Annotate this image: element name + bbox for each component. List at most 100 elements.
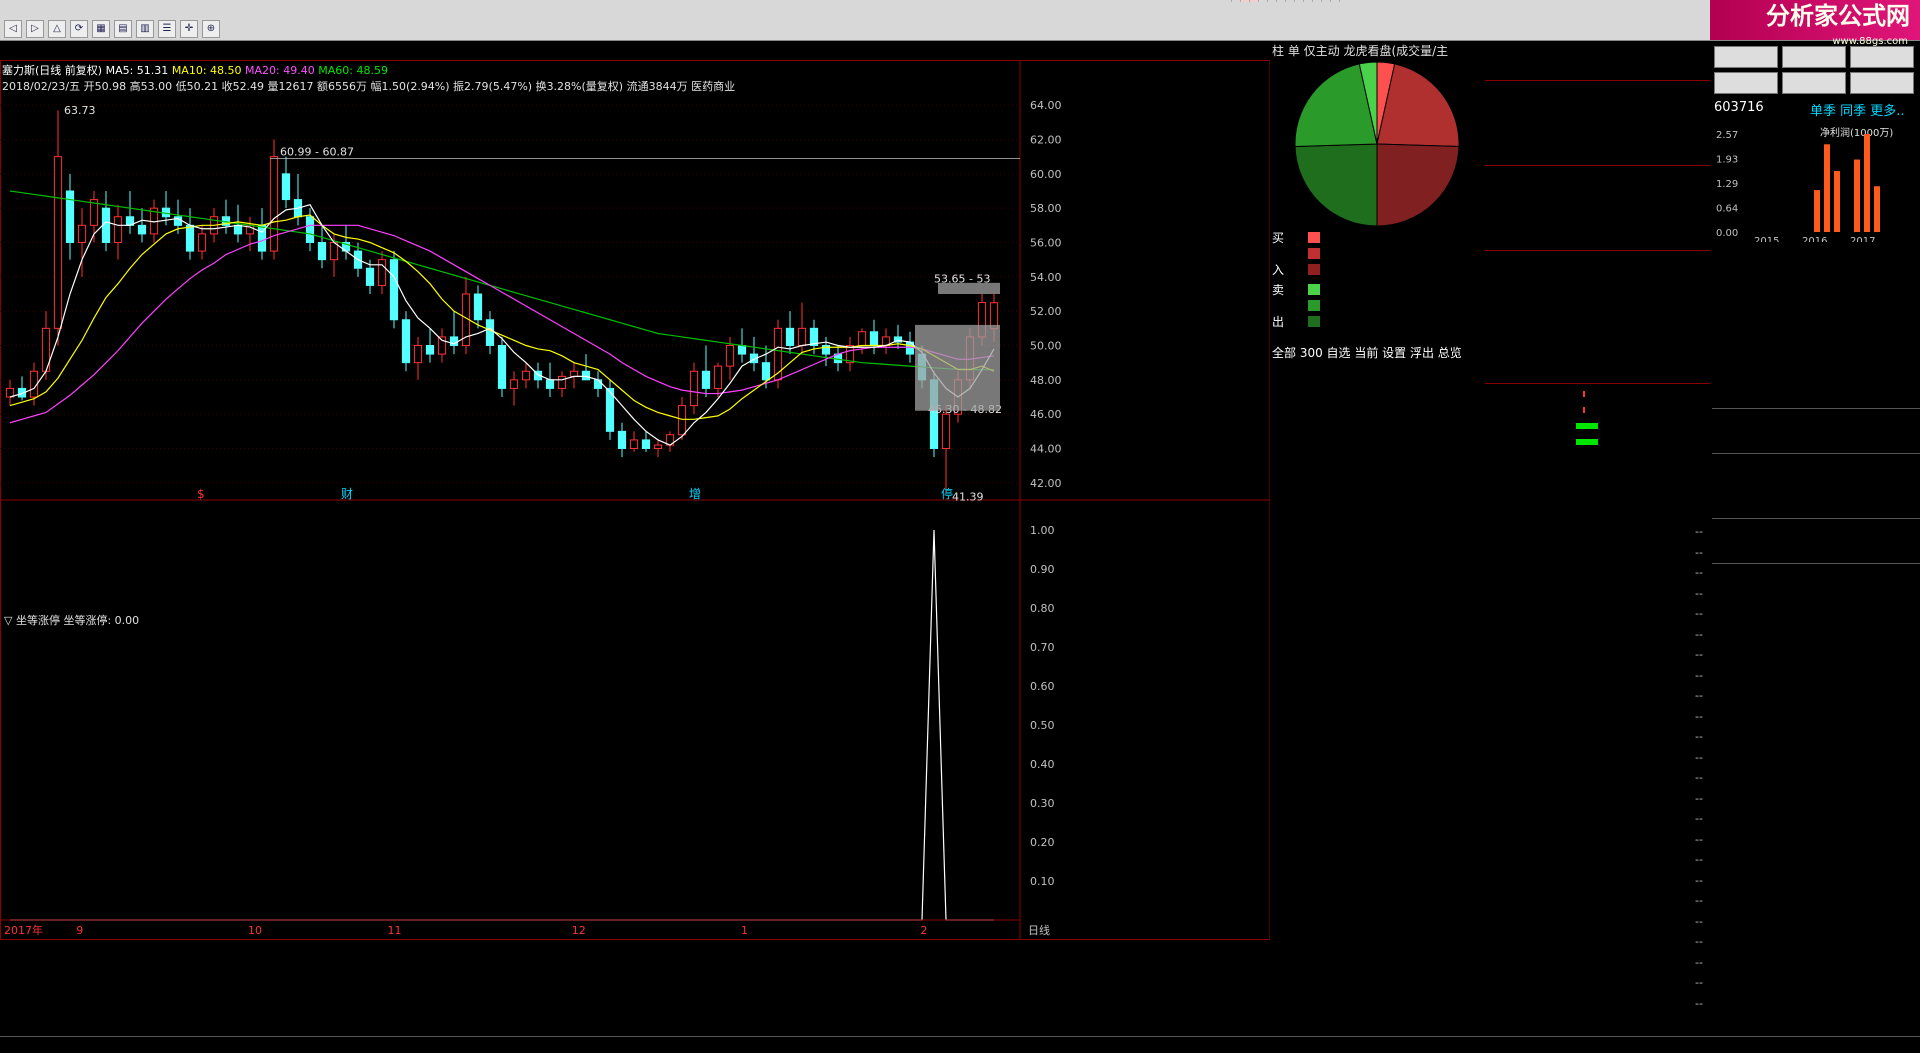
news-item[interactable] bbox=[1272, 364, 1484, 377]
grid-icon[interactable]: ▦ bbox=[92, 20, 110, 38]
menu-item[interactable] bbox=[250, 0, 260, 18]
menu-item[interactable] bbox=[200, 0, 210, 18]
right-menu-item[interactable] bbox=[1258, 0, 1267, 2]
candle-icon[interactable]: ▥ bbox=[136, 20, 154, 38]
news-item[interactable] bbox=[1272, 715, 1484, 728]
menu-item[interactable] bbox=[350, 0, 360, 18]
menu-item[interactable] bbox=[340, 0, 350, 18]
menu-item[interactable] bbox=[320, 0, 330, 18]
news-item[interactable] bbox=[1272, 832, 1484, 845]
refresh-icon[interactable]: ⟳ bbox=[70, 20, 88, 38]
up-icon[interactable]: △ bbox=[48, 20, 66, 38]
right-menu-item[interactable] bbox=[1339, 0, 1348, 2]
news-item[interactable] bbox=[1272, 780, 1484, 793]
menu-item[interactable] bbox=[290, 0, 300, 18]
news-item[interactable] bbox=[1272, 468, 1484, 481]
right-menu-item[interactable] bbox=[1240, 0, 1249, 2]
right-menu-item[interactable] bbox=[1285, 0, 1294, 2]
news-item[interactable] bbox=[1272, 507, 1484, 520]
news-item[interactable] bbox=[1272, 416, 1484, 429]
menu-item[interactable] bbox=[280, 0, 290, 18]
news-item[interactable] bbox=[1272, 871, 1484, 884]
news-item[interactable] bbox=[1272, 754, 1484, 767]
news-item[interactable] bbox=[1272, 767, 1484, 780]
news-item[interactable] bbox=[1272, 650, 1484, 663]
menu-item[interactable] bbox=[220, 0, 230, 18]
menu-item[interactable] bbox=[210, 0, 220, 18]
news-item[interactable] bbox=[1272, 793, 1484, 806]
menu-item[interactable] bbox=[330, 0, 340, 18]
news-item[interactable] bbox=[1272, 741, 1484, 754]
forecast-tab[interactable] bbox=[1712, 666, 1781, 686]
stat-label bbox=[1485, 317, 1529, 333]
news-item[interactable] bbox=[1272, 403, 1484, 416]
news-item[interactable] bbox=[1272, 546, 1484, 559]
news-item[interactable] bbox=[1272, 390, 1484, 403]
menu-item[interactable] bbox=[230, 0, 240, 18]
news-item[interactable] bbox=[1272, 689, 1484, 702]
menu-item[interactable] bbox=[270, 0, 280, 18]
menu-item[interactable] bbox=[240, 0, 250, 18]
news-item[interactable] bbox=[1272, 598, 1484, 611]
list-icon[interactable]: ☰ bbox=[158, 20, 176, 38]
trade-button[interactable] bbox=[1714, 72, 1778, 94]
news-item[interactable] bbox=[1272, 429, 1484, 442]
zoom-icon[interactable]: ⊕ bbox=[202, 20, 220, 38]
news-item[interactable] bbox=[1272, 572, 1484, 585]
news-item[interactable] bbox=[1272, 585, 1484, 598]
trade-button[interactable] bbox=[1714, 46, 1778, 68]
right-menu-item[interactable] bbox=[1276, 0, 1285, 2]
news-item[interactable] bbox=[1272, 442, 1484, 455]
news-item[interactable] bbox=[1272, 624, 1484, 637]
right-menu-item[interactable] bbox=[1249, 0, 1258, 2]
news-item[interactable] bbox=[1272, 663, 1484, 676]
forecast-tab[interactable] bbox=[1781, 666, 1850, 686]
forecast-header bbox=[1712, 686, 1920, 706]
news-item[interactable] bbox=[1272, 481, 1484, 494]
fin-tabs[interactable]: 单季 同季 更多.. bbox=[1810, 100, 1905, 119]
kline-chart[interactable]: 42.00 44.00 46.00 48.00 50.00 52.00 54.00 56.00… bbox=[0, 60, 1270, 1000]
right-menu-item[interactable] bbox=[1231, 0, 1240, 2]
right-menu-item[interactable] bbox=[1321, 0, 1330, 2]
bids-volume bbox=[1630, 168, 1710, 184]
tick-time bbox=[1485, 891, 1545, 912]
rating-row bbox=[1712, 846, 1920, 866]
news-item[interactable] bbox=[1272, 455, 1484, 468]
right-menu-item[interactable] bbox=[1294, 0, 1303, 2]
news-item[interactable] bbox=[1272, 377, 1484, 390]
right-menu-item[interactable] bbox=[1303, 0, 1312, 2]
right-menu-item[interactable] bbox=[1330, 0, 1339, 2]
right-menu-item[interactable] bbox=[1312, 0, 1321, 2]
trade-button[interactable] bbox=[1782, 46, 1846, 68]
menu-item[interactable] bbox=[370, 0, 380, 18]
news-item[interactable] bbox=[1272, 611, 1484, 624]
news-item[interactable] bbox=[1272, 559, 1484, 572]
trade-button[interactable] bbox=[1850, 46, 1914, 68]
menu-item[interactable] bbox=[310, 0, 320, 18]
back-icon[interactable]: ◁ bbox=[4, 20, 22, 38]
news-item[interactable] bbox=[1272, 845, 1484, 858]
right-menu-item[interactable] bbox=[1267, 0, 1276, 2]
table-icon[interactable]: ▤ bbox=[114, 20, 132, 38]
news-header[interactable]: 全部 300 自选 当前 设置 浮出 总览 bbox=[1272, 344, 1482, 361]
news-item[interactable] bbox=[1272, 637, 1484, 650]
news-item[interactable] bbox=[1272, 494, 1484, 507]
news-item[interactable] bbox=[1272, 520, 1484, 533]
menu-item[interactable] bbox=[260, 0, 270, 18]
news-item[interactable] bbox=[1272, 819, 1484, 832]
menu-item[interactable] bbox=[380, 0, 390, 18]
cursor-icon[interactable]: ✛ bbox=[180, 20, 198, 38]
trade-button[interactable] bbox=[1850, 72, 1914, 94]
news-item[interactable] bbox=[1272, 702, 1484, 715]
menu-item[interactable] bbox=[300, 0, 310, 18]
forecast-tab[interactable] bbox=[1850, 666, 1919, 686]
news-item[interactable] bbox=[1272, 728, 1484, 741]
news-item[interactable] bbox=[1272, 676, 1484, 689]
forward-icon[interactable]: ▷ bbox=[26, 20, 44, 38]
menu-item[interactable] bbox=[190, 0, 200, 18]
news-item[interactable] bbox=[1272, 806, 1484, 819]
news-item[interactable] bbox=[1272, 858, 1484, 871]
menu-item[interactable] bbox=[360, 0, 370, 18]
trade-button[interactable] bbox=[1782, 72, 1846, 94]
news-item[interactable] bbox=[1272, 533, 1484, 546]
